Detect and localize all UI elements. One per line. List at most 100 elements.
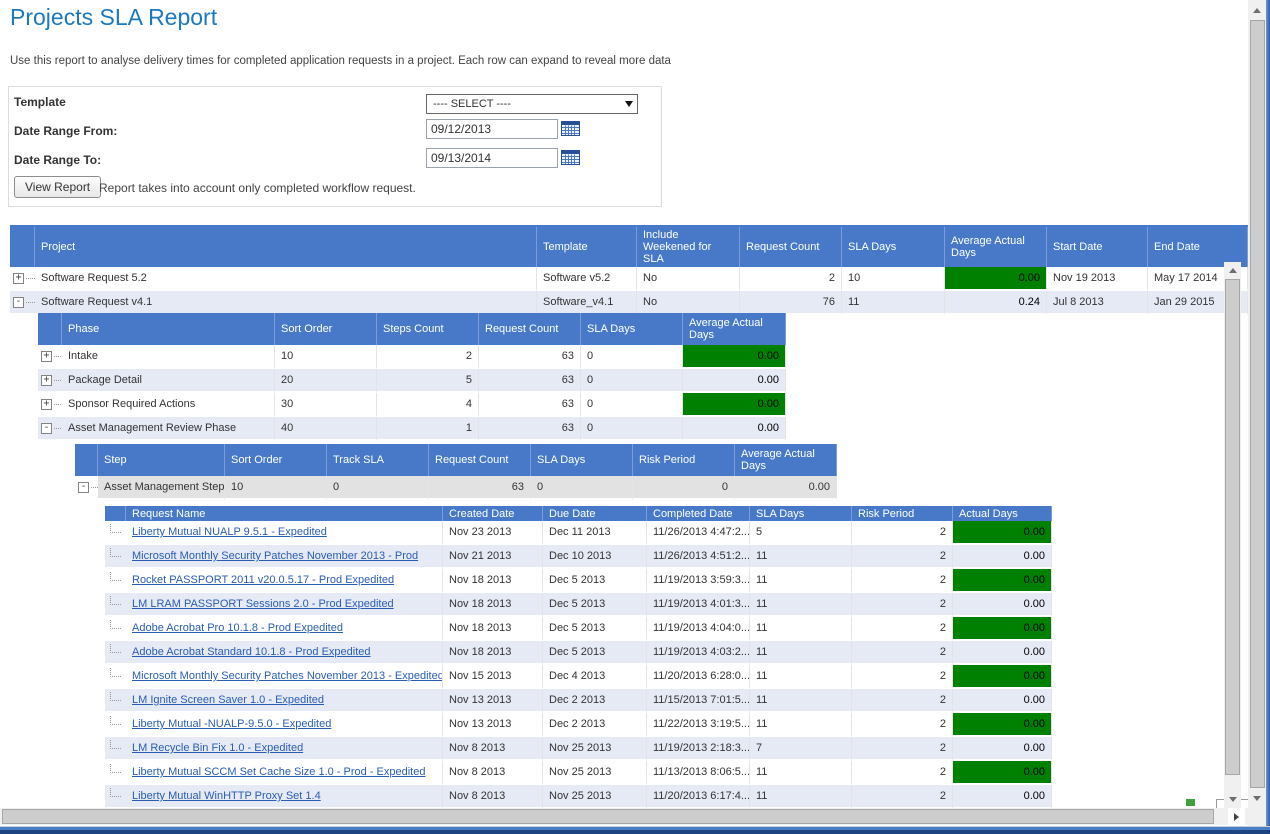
date-from-input[interactable] [426,119,558,139]
cell-sla-days: 11 [750,641,852,665]
expand-toggle-icon[interactable]: + [41,375,52,386]
scrollbar-thumb[interactable] [1250,20,1265,788]
cell-due-date: Dec 11 2013 [543,521,647,545]
cell-created-date: Nov 18 2013 [443,569,543,593]
cell-due-date: Dec 5 2013 [543,593,647,617]
request-row: LM Ignite Screen Saver 1.0 - Expedited N… [105,689,1052,713]
header-average-actual-days: Average Actual Days [945,227,1047,267]
header-sla-days: SLA Days [531,444,633,476]
cell-completed-date: 11/19/2013 4:01:3... [647,593,750,617]
header-spacer [10,227,35,267]
request-link[interactable]: Liberty Mutual WinHTTP Proxy Set 1.4 [132,790,321,802]
cell-steps-count: 1 [377,417,479,441]
projects-header-row: Project Template Include Weekened for SL… [10,227,1248,267]
scroll-up-button[interactable] [1224,262,1241,279]
scroll-down-button[interactable] [1248,790,1265,807]
collapse-toggle-icon[interactable]: - [78,482,89,493]
scroll-right-button[interactable] [1228,808,1245,825]
cell-request-name: Adobe Acrobat Pro 10.1.8 - Prod Expedite… [126,617,443,641]
page-vertical-scrollbar[interactable] [1248,0,1266,826]
cell-request-name: Liberty Mutual WinHTTP Proxy Set 1.4 [126,785,443,809]
cell-project: Software Request v4.1 [35,291,537,315]
request-link[interactable]: LM Recycle Bin Fix 1.0 - Expedited [132,742,303,754]
table-vertical-scrollbar[interactable] [1224,262,1241,808]
cell-request-name: Microsoft Monthly Security Patches Novem… [126,665,443,689]
header-request-count: Request Count [740,227,842,267]
calendar-icon[interactable] [561,121,580,136]
request-link[interactable]: LM LRAM PASSPORT Sessions 2.0 - Prod Exp… [132,598,394,610]
collapse-toggle-icon[interactable]: - [41,423,52,434]
header-request-count: Request Count [429,444,531,476]
phases-table: Phase Sort Order Steps Count Request Cou… [38,313,786,441]
cell-sla-days: 10 [842,267,945,291]
request-link[interactable]: Microsoft Monthly Security Patches Novem… [132,670,443,682]
triangle-down-icon [1229,797,1237,802]
tree-branch-icon [110,572,121,581]
cell-sla-days: 0 [531,476,633,500]
horizontal-scrollbar[interactable] [0,808,1248,825]
header-due-date: Due Date [543,506,647,521]
projects-table: Project Template Include Weekened for SL… [10,227,1248,315]
tree-dots-icon [26,278,35,279]
request-link[interactable]: Liberty Mutual SCCM Set Cache Size 1.0 -… [132,766,425,778]
tree-branch-icon [110,668,121,677]
template-select-value: ---- SELECT ---- [433,98,511,110]
cell-completed-date: 11/13/2013 8:06:5... [647,761,750,785]
project-row: + Software Request 5.2 Software v5.2 No … [10,267,1248,291]
cell-risk-period: 2 [852,641,953,665]
cell-due-date: Dec 2 2013 [543,713,647,737]
triangle-up-icon [1253,8,1261,13]
cell-due-date: Dec 5 2013 [543,641,647,665]
project-row: - Software Request v4.1 Software_v4.1 No… [10,291,1248,315]
tree-branch-icon [110,740,121,749]
cell-template: Software_v4.1 [537,291,637,315]
header-step: Step [98,444,225,476]
cell-start-date: Nov 19 2013 [1047,267,1148,291]
expand-toggle-icon[interactable]: + [13,273,24,284]
cell-completed-date: 11/20/2013 6:17:4... [647,785,750,809]
request-link[interactable]: Liberty Mutual NUALP 9.5.1 - Expedited [132,526,327,538]
expand-toggle-icon[interactable]: + [41,351,52,362]
scroll-down-button[interactable] [1224,791,1241,808]
request-link[interactable]: Rocket PASSPORT 2011 v20.0.5.17 - Prod E… [132,574,394,586]
template-select[interactable]: ---- SELECT ---- [426,94,638,114]
tree-branch-icon [110,644,121,653]
request-link[interactable]: Microsoft Monthly Security Patches Novem… [132,550,418,562]
cell-request-name: Adobe Acrobat Standard 10.1.8 - Prod Exp… [126,641,443,665]
scrollbar-thumb[interactable] [2,809,1214,824]
cell-sla-days: 11 [750,593,852,617]
phase-row: - Asset Management Review Phase 40 1 63 … [38,417,786,441]
cell-step: Asset Management Step [98,476,225,500]
request-row: Liberty Mutual -NUALP-9.5.0 - Expedited … [105,713,1052,737]
tree-dots-icon [54,404,62,405]
cell-sla-days: 7 [750,737,852,761]
scrollbar-thumb[interactable] [1225,279,1240,775]
date-to-input[interactable] [426,148,558,168]
cell-risk-period: 2 [852,617,953,641]
cell-actual-days: 0.00 [953,617,1052,641]
cell-sla-days: 11 [750,617,852,641]
scroll-up-button[interactable] [1248,2,1265,19]
cell-created-date: Nov 13 2013 [443,713,543,737]
cell-sla-days: 11 [750,761,852,785]
cell-risk-period: 2 [852,689,953,713]
cell-completed-date: 11/20/2013 6:28:0... [647,665,750,689]
request-link[interactable]: Liberty Mutual -NUALP-9.5.0 - Expedited [132,718,331,730]
header-spacer [75,444,98,476]
header-sort-order: Sort Order [225,444,327,476]
cell-actual-days: 0.00 [953,713,1052,737]
cell-due-date: Dec 5 2013 [543,569,647,593]
header-average-actual-days: Average Actual Days [735,444,837,476]
collapse-toggle-icon[interactable]: - [13,297,24,308]
view-report-button[interactable]: View Report [14,176,101,198]
cell-request-count: 63 [479,393,581,417]
request-link[interactable]: Adobe Acrobat Standard 10.1.8 - Prod Exp… [132,646,371,658]
cell-request-name: LM Ignite Screen Saver 1.0 - Expedited [126,689,443,713]
request-link[interactable]: LM Ignite Screen Saver 1.0 - Expedited [132,694,324,706]
cell-sla-days: 11 [750,545,852,569]
cell-risk-period: 2 [852,521,953,545]
expand-toggle-icon[interactable]: + [41,399,52,410]
cell-risk-period: 0 [633,476,735,500]
request-link[interactable]: Adobe Acrobat Pro 10.1.8 - Prod Expedite… [132,622,343,634]
calendar-icon[interactable] [561,150,580,165]
